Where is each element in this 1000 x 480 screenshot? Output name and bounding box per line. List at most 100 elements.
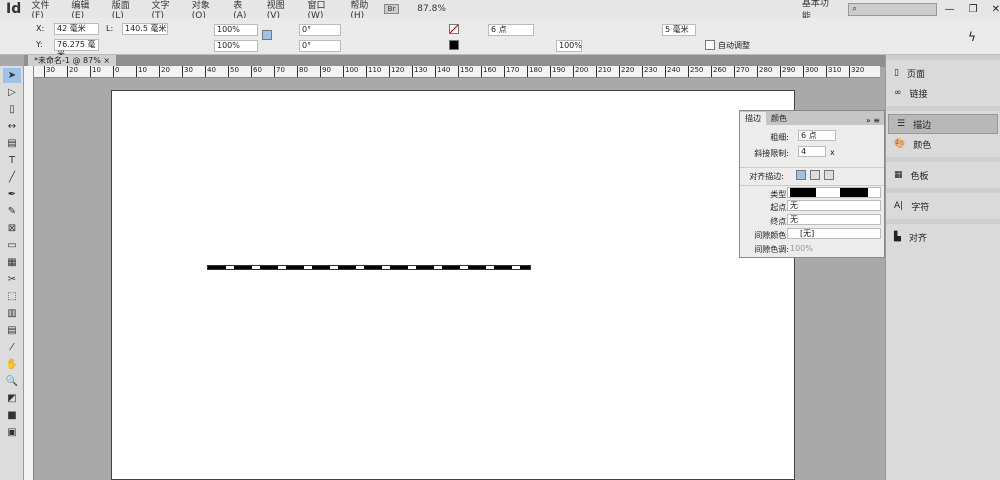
ruler-tick-label: 30 xyxy=(44,66,55,77)
rotate-field[interactable]: 0° xyxy=(299,24,341,36)
ruler-tick-label: 180 xyxy=(527,66,542,77)
content-collector-icon[interactable]: ▤ xyxy=(3,136,21,151)
scale-x-field[interactable]: 100% xyxy=(214,24,258,36)
ruler-tick-label: 20 xyxy=(159,66,170,77)
miter-field[interactable]: 4 xyxy=(798,146,826,157)
tab-color[interactable]: 颜色 xyxy=(766,112,792,125)
shear-field[interactable]: 0° xyxy=(299,40,341,52)
dock-label: 页面 xyxy=(906,69,925,80)
bridge-button[interactable]: Br xyxy=(383,4,400,14)
ruler-tick-label: 70 xyxy=(274,66,285,77)
view-mode-icon[interactable]: ▣ xyxy=(3,425,21,440)
dock-stroke[interactable]: ☰ 描边 xyxy=(888,114,998,134)
fill-swatch-icon[interactable] xyxy=(449,24,459,34)
free-transform-tool-icon[interactable]: ⬚ xyxy=(3,289,21,304)
ruler-tick-label: 260 xyxy=(711,66,726,77)
app-logo: Id xyxy=(6,1,22,17)
ruler-tick-label: 210 xyxy=(596,66,611,77)
note-tool-icon[interactable]: ▤ xyxy=(3,323,21,338)
ruler-tick-label: 80 xyxy=(297,66,308,77)
dock-label: 字符 xyxy=(911,202,930,213)
search-input[interactable]: ⌕ xyxy=(848,2,937,16)
restore-button[interactable]: ❐ xyxy=(969,4,978,15)
stroke-swatch-icon[interactable] xyxy=(449,40,459,50)
corner-size-field[interactable]: 5 毫米 xyxy=(662,24,696,36)
dock-label: 色板 xyxy=(910,171,929,182)
ruler-tick-label: 250 xyxy=(688,66,703,77)
close-tab-icon[interactable]: × xyxy=(103,56,110,65)
y-label: Y: xyxy=(36,40,43,49)
constrain-proportions-icon[interactable] xyxy=(262,30,272,40)
opacity-field[interactable]: 100% xyxy=(556,40,582,52)
minimize-button[interactable]: — xyxy=(945,4,955,15)
selection-tool-icon[interactable]: ➤ xyxy=(3,68,21,83)
gap-tint-field[interactable]: 100% xyxy=(790,244,813,253)
type-tool-icon[interactable]: T xyxy=(3,153,21,168)
rectangle-frame-tool-icon[interactable]: ⊠ xyxy=(3,221,21,236)
pencil-tool-icon[interactable]: ✎ xyxy=(3,204,21,219)
type-select[interactable] xyxy=(787,187,881,198)
scale-y-field[interactable]: 100% xyxy=(214,40,258,52)
line-tool-icon[interactable]: ╱ xyxy=(3,170,21,185)
y-field[interactable]: 76.275 毫米 xyxy=(54,39,99,59)
zoom-select[interactable]: 87.8% xyxy=(409,4,454,14)
dock-character[interactable]: A| 字符 xyxy=(886,196,1000,216)
rectangle-tool-icon[interactable]: ▭ xyxy=(3,238,21,253)
apply-color-icon[interactable]: ■ xyxy=(3,408,21,423)
ruler-tick-label: 240 xyxy=(665,66,680,77)
panel-menu-icon[interactable]: » ≡ xyxy=(862,116,884,125)
fill-stroke-icon[interactable]: ◩ xyxy=(3,391,21,406)
ruler-tick-label: 170 xyxy=(504,66,519,77)
x-field[interactable]: 42 毫米 xyxy=(54,23,99,35)
miter-label: 斜接限制: xyxy=(754,149,789,158)
gradient-tool-icon[interactable]: ▥ xyxy=(3,306,21,321)
dock-label: 颜色 xyxy=(913,140,932,151)
ruler-tick-label: 310 xyxy=(826,66,841,77)
dock-swatches[interactable]: ▦ 色板 xyxy=(886,165,1000,185)
auto-fit-checkbox[interactable] xyxy=(705,40,715,50)
lightning-icon[interactable]: ϟ xyxy=(968,30,976,44)
end-select[interactable]: 无 xyxy=(787,214,881,225)
dock-align[interactable]: ▙ 对齐 xyxy=(886,227,1000,247)
page-tool-icon[interactable]: ▯ xyxy=(3,102,21,117)
align-label: 对齐描边: xyxy=(749,172,784,181)
dashed-line-object[interactable] xyxy=(207,265,531,270)
links-icon: ∞ xyxy=(894,88,902,98)
ruler-tick-label: 190 xyxy=(550,66,565,77)
hand-tool-icon[interactable]: ✋ xyxy=(3,357,21,372)
horizontal-ruler: 30 20 10 0 10 20 30 40 50 60 70 80 90 100 110 120 130 140… xyxy=(34,66,880,78)
pen-tool-icon[interactable]: ✒ xyxy=(3,187,21,202)
ruler-tick-label: 150 xyxy=(458,66,473,77)
weight-select[interactable]: 6 点 xyxy=(798,130,836,141)
dock-pages[interactable]: ▯ 页面 xyxy=(886,63,1000,83)
direct-selection-tool-icon[interactable]: ▷ xyxy=(3,85,21,100)
align-center-icon[interactable] xyxy=(796,170,806,180)
zoom-tool-icon[interactable]: 🔍 xyxy=(3,374,21,389)
scissors-tool-icon[interactable]: ✂ xyxy=(3,272,21,287)
ruler-tick-label: 90 xyxy=(320,66,331,77)
stroke-weight-field[interactable]: 6 点 xyxy=(488,24,534,36)
start-select[interactable]: 无 xyxy=(787,200,881,211)
gap-tint-label: 间隙色调: xyxy=(754,245,789,254)
ruler-tick-label: 40 xyxy=(205,66,216,77)
ruler-tick-label: 120 xyxy=(389,66,404,77)
dock-color[interactable]: 🎨 颜色 xyxy=(886,134,1000,154)
swatches-icon: ▦ xyxy=(894,170,903,180)
align-outside-icon[interactable] xyxy=(824,170,834,180)
tools-panel: ➤ ▷ ▯ ↔ ▤ T ╱ ✒ ✎ ⊠ ▭ ▦ ✂ ⬚ ▥ ▤ ⁄ ✋ 🔍 ◩ … xyxy=(0,66,24,480)
align-icon: ▙ xyxy=(894,232,901,242)
eyedropper-tool-icon[interactable]: ⁄ xyxy=(3,340,21,355)
gap-tool-icon[interactable]: ↔ xyxy=(3,119,21,134)
table-tool-icon[interactable]: ▦ xyxy=(3,255,21,270)
ruler-tick-label: 10 xyxy=(90,66,101,77)
dock-links[interactable]: ∞ 链接 xyxy=(886,83,1000,103)
ruler-tick-label: 50 xyxy=(228,66,239,77)
align-inside-icon[interactable] xyxy=(810,170,820,180)
tab-stroke[interactable]: 描边 xyxy=(740,112,766,125)
stroke-icon: ☰ xyxy=(897,119,906,129)
length-field[interactable]: 140.5 毫米 xyxy=(122,23,168,35)
close-button[interactable]: ✕ xyxy=(992,4,1000,15)
ruler-tick-label: 200 xyxy=(573,66,588,77)
gap-color-select[interactable]: [无] xyxy=(787,228,881,239)
panel-dock: ▯ 页面 ∞ 链接 ☰ 描边 🎨 颜色 ▦ 色板 A| 字符 ▙ 对齐 xyxy=(885,55,1000,480)
